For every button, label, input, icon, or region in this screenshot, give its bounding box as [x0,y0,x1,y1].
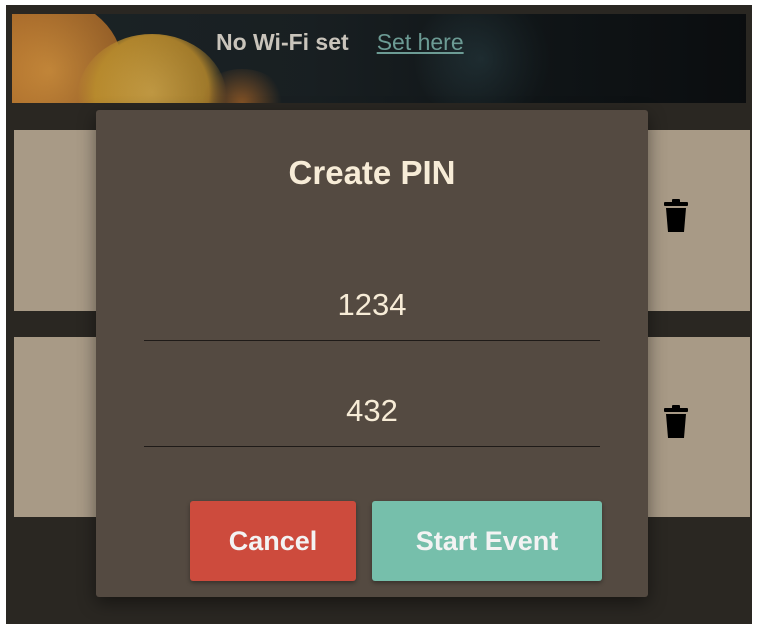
pin-input-underline [144,340,600,341]
wifi-set-link[interactable]: Set here [377,29,464,56]
wifi-status-text: No Wi-Fi set [216,28,349,55]
create-pin-dialog: Create PIN Cancel Start Event [96,110,648,597]
start-event-button[interactable]: Start Event [372,501,602,581]
pin-confirm-underline [144,446,600,447]
wifi-banner: No Wi-Fi set Set here [12,14,746,103]
pin-confirm-input[interactable] [144,382,600,440]
pin-input[interactable] [144,276,600,334]
wifi-line: No Wi-Fi set Set here [216,27,464,57]
trash-icon[interactable] [664,405,688,439]
cancel-button[interactable]: Cancel [190,501,356,581]
trash-icon[interactable] [664,199,688,233]
dialog-title: Create PIN [288,154,456,191]
